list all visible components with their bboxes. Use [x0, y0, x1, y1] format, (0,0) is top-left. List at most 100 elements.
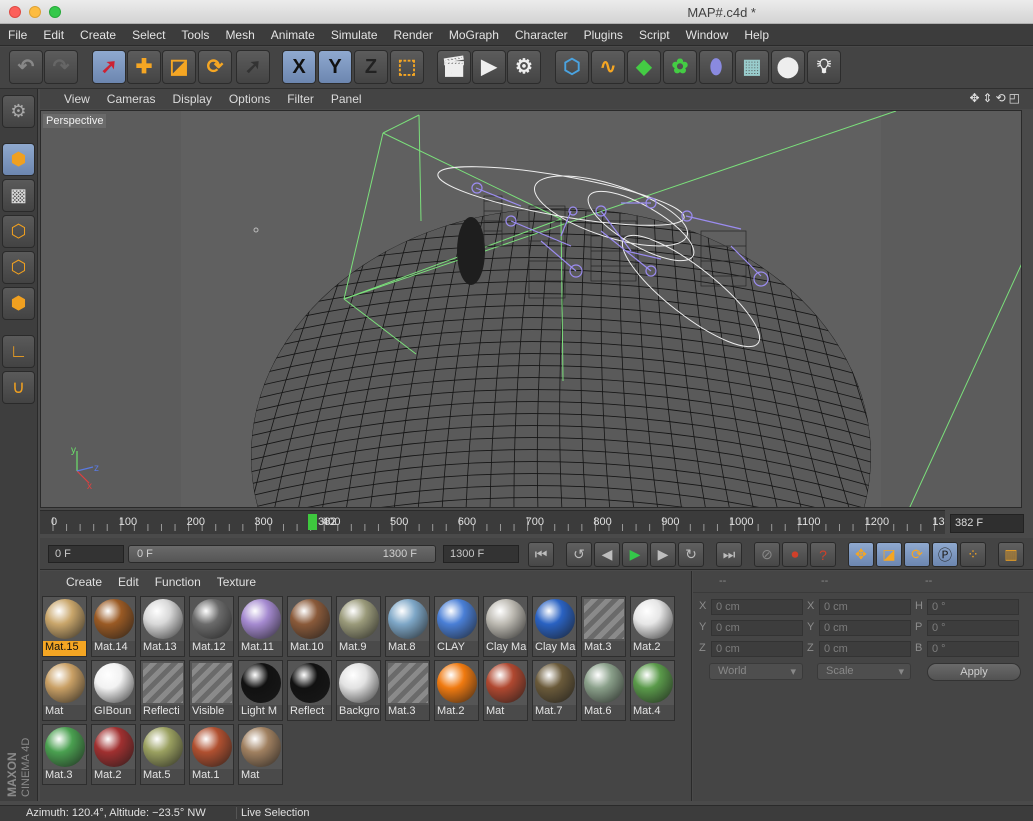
material-swatch[interactable]: Mat.8 — [385, 596, 430, 657]
redo-button[interactable]: ↷ — [44, 50, 78, 84]
scale-tool-button[interactable]: ◪ — [162, 50, 196, 84]
coordinate-system-dropdown[interactable]: World ▾ — [709, 663, 803, 680]
material-swatch[interactable]: Mat.12 — [189, 596, 234, 657]
perspective-viewport[interactable]: y x z Perspective — [40, 110, 1022, 508]
previous-frame-button[interactable]: ◀ — [594, 542, 620, 567]
material-swatch[interactable]: Reflecti — [140, 660, 185, 721]
material-swatch[interactable]: Mat.11 — [238, 596, 283, 657]
material-swatch[interactable]: Reflect — [287, 660, 332, 721]
render-view-button[interactable]: 🎬︎ — [437, 50, 471, 84]
make-editable-button[interactable]: ⚙ — [2, 95, 35, 128]
current-frame-field[interactable]: 382 F — [950, 514, 1024, 533]
spline-button[interactable]: ∿ — [591, 50, 625, 84]
subdivision-surface-button[interactable]: ◆ — [627, 50, 661, 84]
next-key-button[interactable]: ↻ — [678, 542, 704, 567]
timeline-window-button[interactable]: ▥ — [998, 542, 1024, 567]
cloner-button[interactable]: ✿ — [663, 50, 697, 84]
go-to-start-button[interactable]: ⏮ — [528, 542, 554, 567]
viewport-menu-options[interactable]: Options — [229, 92, 270, 106]
light-button[interactable]: 💡︎ — [807, 50, 841, 84]
render-picture-viewer-button[interactable]: ▶ — [472, 50, 506, 84]
menu-character[interactable]: Character — [515, 28, 568, 42]
key-scale-button[interactable]: ◪ — [876, 542, 902, 567]
coordinate-system-button[interactable]: ⬚ — [390, 50, 424, 84]
material-swatch[interactable]: CLAY — [434, 596, 479, 657]
coordinate-value-field[interactable]: 0 cm — [819, 641, 911, 657]
material-menu-texture[interactable]: Texture — [217, 575, 256, 589]
key-parameter-button[interactable]: Ⓟ — [932, 542, 958, 567]
menu-help[interactable]: Help — [744, 28, 769, 42]
menu-mograph[interactable]: MoGraph — [449, 28, 499, 42]
material-swatch[interactable]: Mat.2 — [434, 660, 479, 721]
material-swatch[interactable]: Mat.15 — [42, 596, 87, 657]
maximize-view-icon[interactable]: ◰ — [1009, 91, 1023, 105]
next-frame-button[interactable]: ▶ — [650, 542, 676, 567]
current-frame-marker[interactable] — [308, 514, 317, 530]
coordinate-value-field[interactable]: 0 ° — [927, 620, 1019, 636]
y-axis-button[interactable]: Y — [318, 50, 352, 84]
material-menu-edit[interactable]: Edit — [118, 575, 139, 589]
material-swatch[interactable]: Backgro — [336, 660, 381, 721]
polygon-mode-button[interactable]: ⬢ — [2, 287, 35, 320]
material-swatch[interactable]: Light M — [238, 660, 283, 721]
material-swatch[interactable]: Mat.2 — [91, 724, 136, 785]
orbit-icon[interactable]: ⟲ — [996, 91, 1009, 105]
viewport-menu-display[interactable]: Display — [172, 92, 211, 106]
model-mode-button[interactable]: ⬢ — [2, 143, 35, 176]
material-swatch[interactable]: Mat.9 — [336, 596, 381, 657]
apply-button[interactable]: Apply — [927, 663, 1021, 681]
recent-tool-button[interactable]: ➚ — [236, 50, 270, 84]
material-swatch[interactable]: Visible — [189, 660, 234, 721]
dolly-icon[interactable]: ⇕ — [983, 91, 996, 105]
move-tool-button[interactable]: ✚ — [127, 50, 161, 84]
coordinate-value-field[interactable]: 0 cm — [711, 620, 803, 636]
material-swatch[interactable]: Mat.2 — [630, 596, 675, 657]
viewport-menu-cameras[interactable]: Cameras — [107, 92, 156, 106]
material-swatch[interactable]: Mat.7 — [532, 660, 577, 721]
menu-plugins[interactable]: Plugins — [584, 28, 623, 42]
floor-button[interactable]: ▦ — [735, 50, 769, 84]
viewport-menu-filter[interactable]: Filter — [287, 92, 314, 106]
cube-object-button[interactable]: ⬡ — [555, 50, 589, 84]
timeline-ruler[interactable]: 0 100 200 300 400 500 600 700 800 900 1000 1100 1200… — [40, 510, 951, 534]
camera-button[interactable]: ⬤ — [771, 50, 805, 84]
menu-window[interactable]: Window — [686, 28, 729, 42]
material-swatch[interactable]: Mat.3 — [385, 660, 430, 721]
viewport-camera-label[interactable]: Perspective — [43, 114, 107, 128]
key-pla-button[interactable]: ⁘ — [960, 542, 986, 567]
keyframe-selection-button[interactable]: ? — [810, 542, 836, 567]
material-menu-create[interactable]: Create — [66, 575, 102, 589]
viewport-scrollbar[interactable] — [1022, 110, 1033, 508]
material-swatch[interactable]: Mat — [42, 660, 87, 721]
material-swatch[interactable]: Mat.3 — [42, 724, 87, 785]
undo-button[interactable]: ↶ — [9, 50, 43, 84]
coordinate-value-field[interactable]: 0 cm — [711, 641, 803, 657]
size-mode-dropdown[interactable]: Scale ▾ — [817, 663, 911, 680]
coordinate-value-field[interactable]: 0 cm — [819, 599, 911, 615]
menu-mesh[interactable]: Mesh — [225, 28, 254, 42]
menu-create[interactable]: Create — [80, 28, 116, 42]
material-swatch[interactable]: Mat.1 — [189, 724, 234, 785]
play-button[interactable]: ▶ — [622, 542, 648, 567]
timeline-end-field[interactable]: 1300 F — [443, 545, 519, 563]
menu-simulate[interactable]: Simulate — [331, 28, 378, 42]
snap-button[interactable]: ∪ — [2, 371, 35, 404]
material-swatch[interactable]: Mat.10 — [287, 596, 332, 657]
coordinate-value-field[interactable]: 0 cm — [819, 620, 911, 636]
material-swatch[interactable]: Mat.13 — [140, 596, 185, 657]
edge-mode-button[interactable]: ⬡ — [2, 251, 35, 284]
live-selection-button[interactable]: ➚ — [92, 50, 126, 84]
material-swatch[interactable]: Mat.5 — [140, 724, 185, 785]
timeline-start-field[interactable]: 0 F — [48, 545, 124, 563]
menu-tools[interactable]: Tools — [181, 28, 209, 42]
record-active-objects-button[interactable]: ⊘ — [754, 542, 780, 567]
z-axis-button[interactable]: Z — [354, 50, 388, 84]
material-menu-function[interactable]: Function — [155, 575, 201, 589]
menu-select[interactable]: Select — [132, 28, 165, 42]
point-mode-button[interactable]: ⬡ — [2, 215, 35, 248]
material-swatch[interactable]: Mat — [483, 660, 528, 721]
x-axis-button[interactable]: X — [282, 50, 316, 84]
axis-mode-button[interactable]: ∟ — [2, 335, 35, 368]
previous-key-button[interactable]: ↺ — [566, 542, 592, 567]
menu-edit[interactable]: Edit — [43, 28, 64, 42]
